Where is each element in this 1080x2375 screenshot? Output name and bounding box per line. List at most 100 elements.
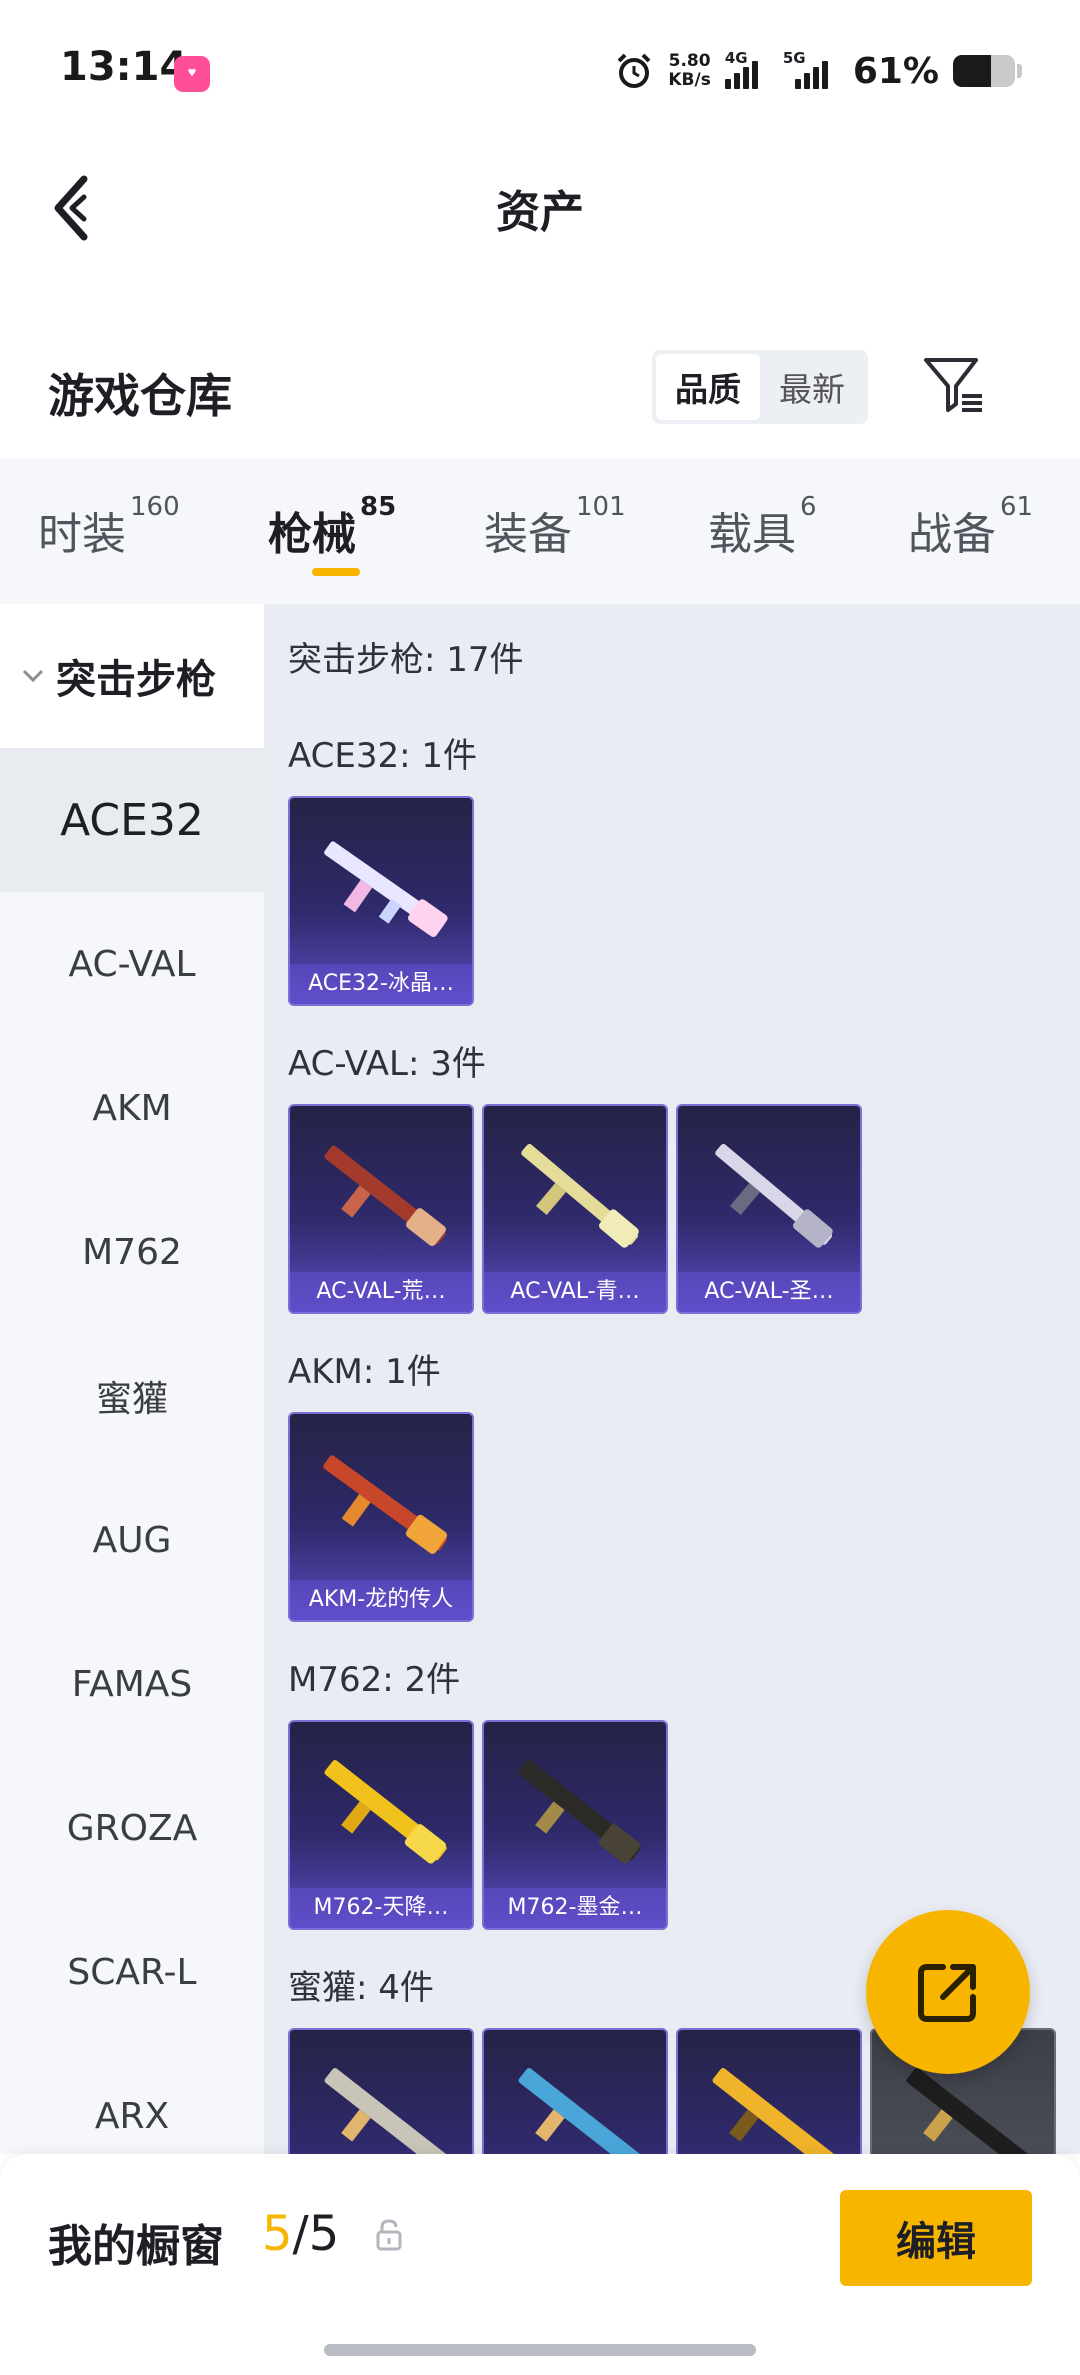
rifle-skin-image	[712, 2068, 835, 2154]
weapon-skin-card[interactable]: ACE32-冰晶…	[288, 796, 474, 1006]
showcase-label: 我的橱窗	[48, 2221, 224, 2272]
tab-equipment[interactable]: 装备101	[484, 492, 626, 562]
rifle-skin-image	[323, 1455, 448, 1554]
rifle-skin-image	[521, 1143, 639, 1248]
showcase-bar: 我的橱窗 5/5 编辑	[0, 2154, 1080, 2375]
weapon-skin-card[interactable]	[288, 2028, 474, 2154]
sidebar-item-scar-l[interactable]: SCAR-L	[0, 1900, 264, 2044]
sort-newest-option[interactable]: 最新	[760, 354, 864, 420]
section-cards-ac-val: AC-VAL-荒… AC-VAL-青… AC-VAL-圣…	[288, 1104, 862, 1314]
lock-icon	[376, 2219, 402, 2251]
tab-label: 枪械	[268, 509, 356, 560]
sidebar-item-akm[interactable]: AKM	[0, 1036, 264, 1180]
tab-label: 载具	[708, 509, 796, 560]
alarm-icon	[617, 53, 651, 88]
showcase-separator: /	[292, 2206, 309, 2262]
weapon-skin-name: AC-VAL-青…	[484, 1272, 666, 1312]
weapon-skin-card[interactable]: M762-墨金…	[482, 1720, 668, 1930]
status-indicators: 5.80 KB/s 4G 5G 61%	[614, 46, 1022, 96]
share-icon	[918, 1964, 976, 2022]
sort-toggle: 品质 最新	[652, 350, 868, 424]
section-cards-akm: AKM-龙的传人	[288, 1412, 474, 1622]
sidebar-item-aug[interactable]: AUG	[0, 1468, 264, 1612]
section-cards-ace32: ACE32-冰晶…	[288, 796, 474, 1006]
sidebar-item-ace32[interactable]: ACE32	[0, 748, 264, 892]
weapon-skin-name: M762-天降…	[290, 1888, 472, 1928]
net-speed-value: 5.80	[668, 51, 711, 71]
section-title-ace32: ACE32: 1件	[288, 736, 478, 776]
status-time: 13:14	[60, 44, 188, 90]
tab-fashion[interactable]: 时装160	[38, 492, 180, 562]
signal-5g-icon: 5G	[783, 49, 839, 89]
section-title-m762: M762: 2件	[288, 1660, 461, 1700]
weapon-skin-name: AC-VAL-圣…	[678, 1272, 860, 1312]
sidebar-item-groza[interactable]: GROZA	[0, 1756, 264, 1900]
tab-count: 160	[130, 492, 180, 522]
sidebar-group-label: 突击步枪	[56, 657, 216, 703]
section-title-ac-val: AC-VAL: 3件	[288, 1044, 486, 1084]
weapon-skin-name: AKM-龙的传人	[290, 1580, 472, 1620]
network-label-2: 5G	[782, 49, 806, 67]
active-tab-indicator	[312, 568, 360, 576]
weapon-skin-card[interactable]	[482, 2028, 668, 2154]
weapon-skin-name: M762-墨金…	[484, 1888, 666, 1928]
rifle-skin-image	[324, 1145, 446, 1246]
filter-button[interactable]	[920, 352, 986, 418]
showcase-count: 5/5	[262, 2206, 339, 2262]
tab-count: 61	[1000, 492, 1034, 522]
sidebar-item-ac-val[interactable]: AC-VAL	[0, 892, 264, 1036]
net-speed: 5.80 KB/s	[668, 52, 710, 90]
weapon-sidebar: 突击步枪 ACE32 AC-VAL AKM M762 蜜獾 AUG FAMAS …	[0, 604, 264, 2154]
section-cards-m762: M762-天降… M762-墨金…	[288, 1720, 668, 1930]
weapon-skin-card[interactable]: AKM-龙的传人	[288, 1412, 474, 1622]
home-indicator[interactable]	[324, 2344, 756, 2356]
tab-vehicles[interactable]: 载具6	[708, 492, 817, 562]
sidebar-group-assault-rifles[interactable]: 突击步枪	[0, 604, 264, 748]
weapon-skin-name: ACE32-冰晶…	[290, 964, 472, 1004]
rifle-skin-image	[324, 1760, 447, 1864]
network-label-1: 4G	[724, 49, 748, 67]
edit-button[interactable]: 编辑	[840, 2190, 1032, 2286]
category-tabs: 时装160 枪械85 装备101 载具6 战备61	[0, 458, 1080, 604]
tab-count: 101	[576, 492, 626, 522]
sort-quality-option[interactable]: 品质	[656, 354, 760, 420]
status-bar: 13:14 ♥ 5.80 KB/s 4G 5G 61%	[0, 0, 1080, 140]
rifle-skin-image	[518, 2068, 641, 2154]
weapon-skin-card[interactable]: M762-天降…	[288, 1720, 474, 1930]
rifle-skin-image	[518, 1760, 641, 1864]
sidebar-item-famas[interactable]: FAMAS	[0, 1612, 264, 1756]
signal-4g-icon: 4G	[724, 49, 769, 89]
showcase-total: 5	[308, 2206, 340, 2262]
sidebar-item-m762[interactable]: M762	[0, 1180, 264, 1324]
tab-firearms[interactable]: 枪械85	[268, 492, 396, 562]
sidebar-item-honey-badger[interactable]: 蜜獾	[0, 1324, 264, 1468]
weapon-skin-card[interactable]: AC-VAL-圣…	[676, 1104, 862, 1314]
tab-combat-gear[interactable]: 战备61	[908, 492, 1033, 562]
section-title-honey-badger: 蜜獾: 4件	[288, 1968, 434, 2008]
tab-label: 时装	[38, 509, 126, 560]
section-title-akm: AKM: 1件	[288, 1352, 441, 1392]
battery-percent: 61%	[852, 50, 939, 92]
weapon-skin-card[interactable]: AC-VAL-荒…	[288, 1104, 474, 1314]
rifle-skin-image	[324, 2068, 447, 2154]
page-title: 资产	[496, 187, 584, 238]
tab-count: 85	[360, 492, 397, 522]
net-speed-unit: KB/s	[668, 70, 711, 90]
app-notification-icon: ♥	[174, 56, 210, 92]
category-total: 突击步枪: 17件	[288, 640, 524, 680]
app-header: 资产	[0, 140, 1080, 270]
filter-icon	[924, 358, 982, 412]
battery-icon	[953, 55, 1015, 87]
tab-label: 战备	[908, 509, 996, 560]
weapon-skin-name: AC-VAL-荒…	[290, 1272, 472, 1312]
warehouse-title: 游戏仓库	[48, 369, 232, 423]
rifle-skin-image	[324, 841, 448, 937]
share-button[interactable]	[866, 1910, 1030, 2074]
chevron-down-icon	[22, 669, 44, 683]
tab-label: 装备	[484, 509, 572, 560]
weapon-skin-card[interactable]	[676, 2028, 862, 2154]
rifle-skin-image	[715, 1143, 833, 1248]
showcase-current: 5	[262, 2206, 293, 2262]
tab-count: 6	[800, 492, 817, 522]
weapon-skin-card[interactable]: AC-VAL-青…	[482, 1104, 668, 1314]
